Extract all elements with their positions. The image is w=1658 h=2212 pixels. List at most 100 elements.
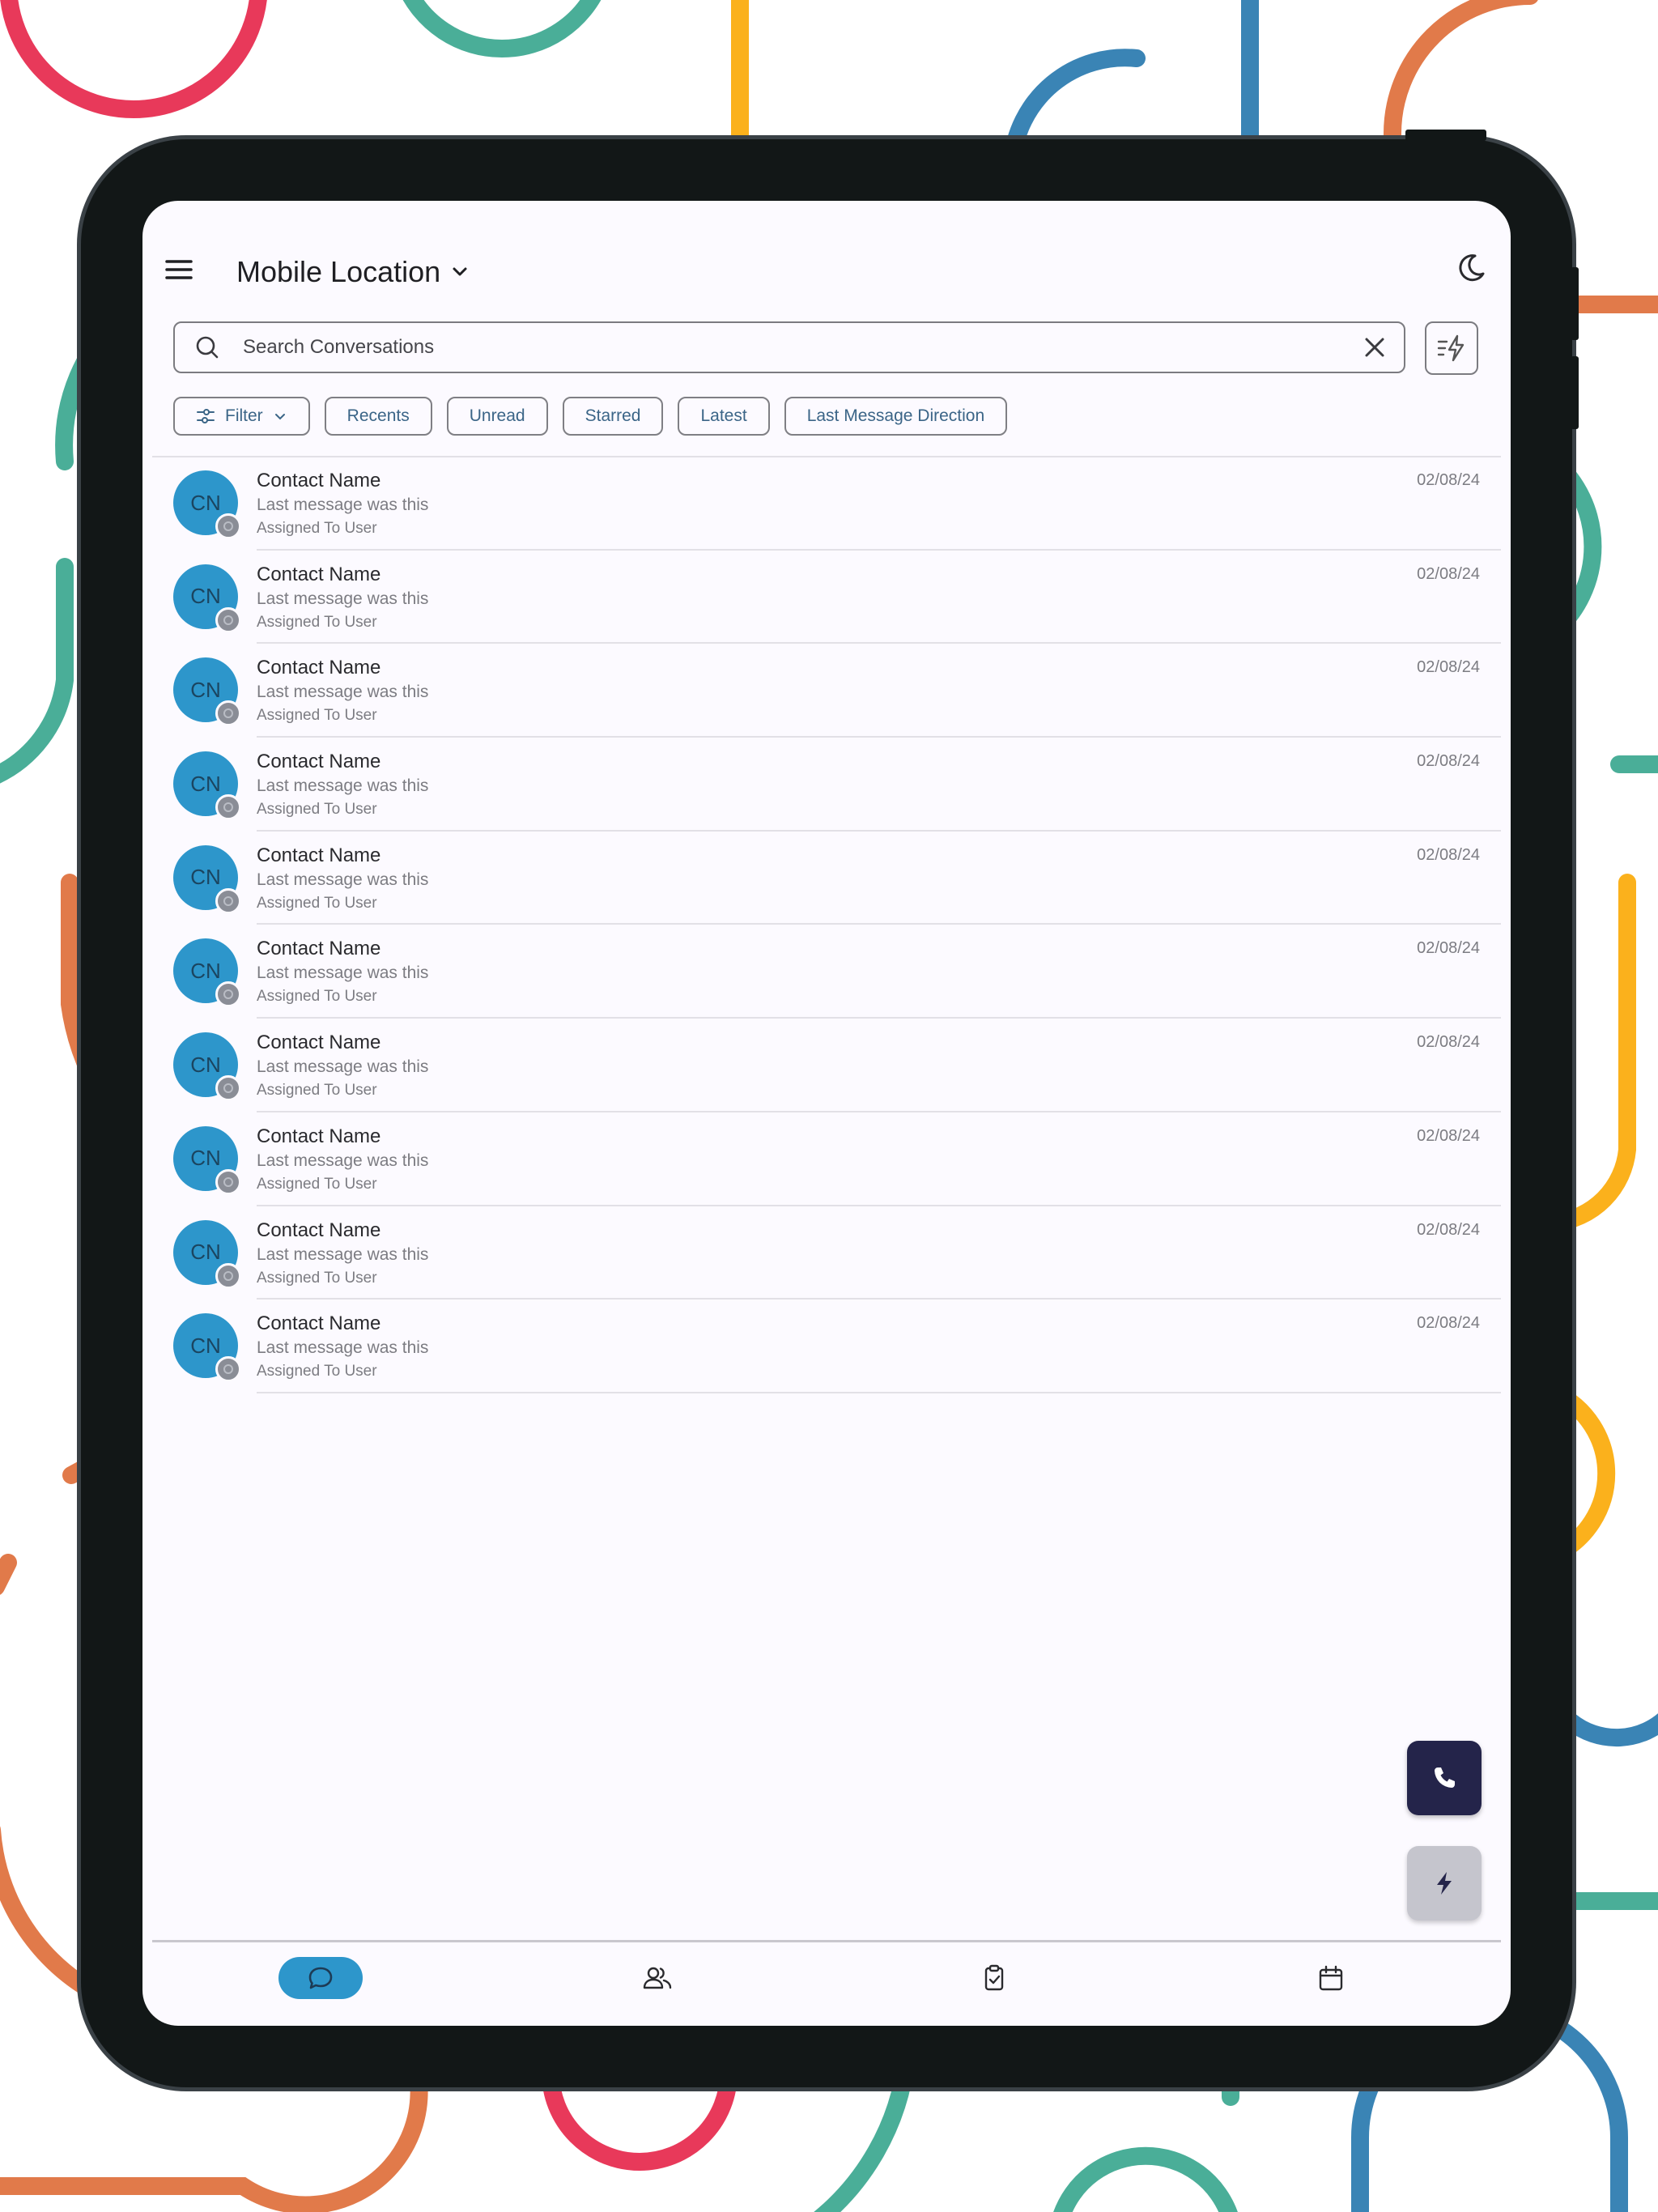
tablet-volume-up-button [1571, 267, 1579, 340]
quick-action-fab-button[interactable] [1407, 1846, 1482, 1921]
nav-conversations[interactable] [278, 1957, 363, 1999]
search-input[interactable] [241, 335, 1358, 359]
chevron-down-icon [274, 414, 285, 420]
assigned-user: Assigned To User [257, 894, 377, 912]
clear-search-button[interactable] [1358, 331, 1391, 364]
contact-name: Contact Name [257, 470, 381, 491]
conversation-date: 02/08/24 [1417, 845, 1480, 864]
channel-badge-icon [215, 794, 241, 821]
row-divider [257, 1391, 1501, 1393]
last-message: Last message was this [257, 1338, 429, 1358]
contact-name: Contact Name [257, 563, 381, 585]
channel-badge-icon [215, 1168, 241, 1195]
last-message: Last message was this [257, 870, 429, 889]
search-box [173, 321, 1405, 373]
conversation-row[interactable]: CN Contact Name Last message was this As… [142, 1019, 1511, 1112]
assigned-user: Assigned To User [257, 988, 377, 1006]
last-message-direction-chip-label: Last Message Direction [806, 406, 985, 425]
latest-chip[interactable]: Latest [678, 397, 770, 436]
conversation-date: 02/08/24 [1417, 564, 1480, 583]
conversation-date: 02/08/24 [1417, 939, 1480, 958]
conversation-row[interactable]: CN Contact Name Last message was this As… [142, 1206, 1511, 1300]
conversation-row[interactable]: CN Contact Name Last message was this As… [142, 551, 1511, 644]
nav-contacts[interactable] [615, 1957, 699, 1999]
last-message: Last message was this [257, 1244, 429, 1264]
channel-badge-icon [215, 981, 241, 1008]
recents-chip[interactable]: Recents [324, 397, 432, 436]
conversation-row[interactable]: CN Contact Name Last message was this As… [142, 1300, 1511, 1393]
conversation-row[interactable]: CN Contact Name Last message was this As… [142, 1112, 1511, 1206]
conversation-list: CN Contact Name Last message was this As… [142, 457, 1511, 1393]
conversation-date: 02/08/24 [1417, 752, 1480, 771]
conversation-date: 02/08/24 [1417, 1033, 1480, 1052]
assigned-user: Assigned To User [257, 1082, 377, 1100]
tablet-side-button-top [1405, 130, 1486, 141]
conversation-row[interactable]: CN Contact Name Last message was this As… [142, 457, 1511, 551]
conversation-row[interactable]: CN Contact Name Last message was this As… [142, 738, 1511, 832]
contact-name: Contact Name [257, 1219, 381, 1241]
channel-badge-icon [215, 887, 241, 914]
chat-bubble-icon [308, 1967, 333, 1989]
last-message-direction-chip[interactable]: Last Message Direction [784, 397, 1008, 436]
conversation-row[interactable]: CN Contact Name Last message was this As… [142, 644, 1511, 738]
contact-name: Contact Name [257, 657, 381, 679]
starred-chip[interactable]: Starred [562, 397, 664, 436]
assigned-user: Assigned To User [257, 1175, 377, 1193]
app-screen: Mobile Location Search Conversations Fil… [142, 201, 1511, 2026]
contact-name: Contact Name [257, 844, 381, 866]
latest-chip-label: Latest [700, 406, 747, 425]
location-title: Mobile Location [236, 255, 441, 288]
channel-badge-icon [215, 1356, 241, 1383]
chevron-down-icon [453, 267, 467, 276]
app-header: Mobile Location [142, 201, 1511, 314]
channel-badge-icon [215, 700, 241, 727]
last-message: Last message was this [257, 496, 429, 514]
recents-chip-label: Recents [346, 406, 410, 425]
filter-chip-label: Filter [225, 406, 263, 425]
channel-badge-icon [215, 1075, 241, 1102]
conversation-row[interactable]: CN Contact Name Last message was this As… [142, 832, 1511, 925]
contact-name: Contact Name [257, 1125, 381, 1147]
contact-name: Contact Name [257, 751, 381, 773]
unread-chip-label: Unread [469, 406, 525, 425]
lightning-icon [1437, 1872, 1452, 1895]
sliders-icon [197, 409, 215, 423]
contacts-icon [643, 1967, 672, 1989]
menu-icon [165, 260, 193, 279]
last-message: Last message was this [257, 1057, 429, 1077]
conversation-date: 02/08/24 [1417, 1314, 1480, 1333]
filter-chip[interactable]: Filter [173, 397, 310, 436]
unread-chip[interactable]: Unread [446, 397, 548, 436]
contact-name: Contact Name [257, 938, 381, 960]
last-message: Last message was this [257, 963, 429, 983]
call-fab-button[interactable] [1407, 1741, 1482, 1815]
conversation-date: 02/08/24 [1417, 1220, 1480, 1239]
last-message: Last message was this [257, 1151, 429, 1170]
bottom-navigation [142, 1942, 1511, 2026]
filter-lightning-icon [1437, 334, 1465, 362]
phone-icon [1435, 1767, 1455, 1788]
last-message: Last message was this [257, 776, 429, 796]
tablet-volume-down-button [1571, 356, 1579, 429]
contact-name: Contact Name [257, 1032, 381, 1054]
conversation-row[interactable]: CN Contact Name Last message was this As… [142, 925, 1511, 1019]
last-message: Last message was this [257, 683, 429, 702]
channel-badge-icon [215, 606, 241, 633]
nav-tasks[interactable] [952, 1957, 1036, 1999]
assigned-user: Assigned To User [257, 613, 377, 631]
nav-calendar[interactable] [1289, 1957, 1373, 1999]
menu-button[interactable] [162, 253, 196, 287]
filter-chip-bar: Filter Recents Unread Starred Latest Las… [173, 397, 1008, 436]
search-icon [196, 336, 219, 359]
starred-chip-label: Starred [585, 406, 641, 425]
quick-filter-button[interactable] [1425, 321, 1478, 375]
location-selector[interactable]: Mobile Location [236, 249, 470, 295]
moon-icon [1459, 254, 1485, 282]
theme-toggle-button[interactable] [1454, 249, 1490, 285]
conversation-date: 02/08/24 [1417, 1126, 1480, 1145]
close-icon [1365, 338, 1384, 357]
channel-badge-icon [215, 1262, 241, 1289]
assigned-user: Assigned To User [257, 801, 377, 819]
contact-name: Contact Name [257, 1312, 381, 1335]
clipboard-check-icon [984, 1964, 1004, 1991]
